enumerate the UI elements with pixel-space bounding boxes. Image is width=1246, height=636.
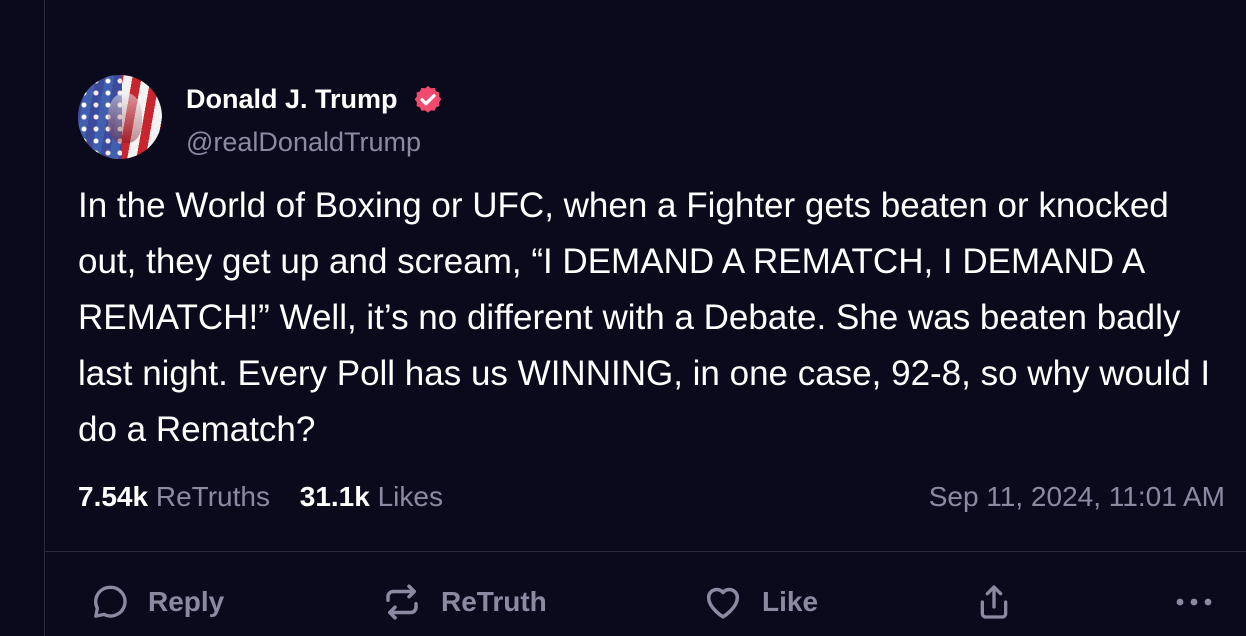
like-label: Like [762, 586, 819, 617]
repost-arrows-icon [386, 584, 418, 620]
reply-label: Reply [148, 586, 225, 617]
retruths-label[interactable]: ReTruths [156, 481, 270, 512]
retruth-label: ReTruth [441, 586, 547, 617]
author-handle[interactable]: @realDonaldTrump [186, 125, 421, 159]
more-dots-icon [1176, 598, 1212, 606]
reply-button[interactable]: Reply [90, 578, 224, 626]
share-icon [980, 585, 1008, 619]
post-stats: 7.54k ReTruths 31.1k Likes [78, 478, 443, 516]
likes-count[interactable]: 31.1k [300, 481, 370, 512]
more-button[interactable] [1172, 578, 1216, 626]
verified-badge-icon [414, 86, 442, 113]
author-display-name[interactable]: Donald J. Trump [186, 82, 398, 116]
actions-divider [44, 551, 1246, 552]
share-button[interactable] [974, 578, 1014, 626]
like-button[interactable]: Like [702, 578, 818, 626]
post-timestamp: Sep 11, 2024, 11:01 AM [928, 481, 1225, 512]
retruths-count[interactable]: 7.54k [78, 481, 148, 512]
avatar-face [108, 93, 142, 143]
heart-icon [706, 587, 740, 619]
retruth-button[interactable]: ReTruth [381, 578, 547, 626]
likes-label[interactable]: Likes [378, 481, 443, 512]
left-border [44, 0, 45, 636]
speech-bubble-icon [94, 585, 127, 618]
avatar[interactable] [78, 75, 162, 159]
post-text: In the World of Boxing or UFC, when a Fi… [78, 186, 1211, 449]
